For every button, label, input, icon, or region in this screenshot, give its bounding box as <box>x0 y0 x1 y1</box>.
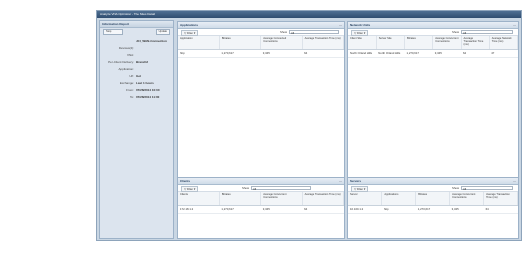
show-label: Show <box>280 30 287 34</box>
app-window: Analyze VNA Optimizer - The Sites Detail… <box>96 10 522 241</box>
show-select[interactable]: All <box>289 30 339 35</box>
sidebar-toolbar: Stop Update <box>100 28 173 35</box>
clients-panel: Clients — ▽ Filter ▾ Show All Clients Bit… <box>177 177 345 239</box>
panel-title: Network Units — <box>348 22 518 29</box>
column-header[interactable]: Average Concurrent Connections <box>449 192 485 206</box>
show-label: Show <box>452 30 459 34</box>
column-header[interactable]: Average Network Time (ms) <box>489 36 518 50</box>
applications-table: Application Bitrates Average Connected C… <box>178 36 344 58</box>
panel-toolbar: ▽ Filter ▾ Show All <box>348 185 518 192</box>
minimize-icon[interactable]: — <box>339 22 342 28</box>
column-header[interactable]: Bitrates <box>415 192 451 206</box>
column-header[interactable]: Average Concurrent Connections <box>260 192 303 206</box>
info-row: To: 07/28/2014 11:00 <box>129 95 160 99</box>
applications-panel: Applications — ▽ Filter ▾ Show All Applic… <box>177 21 345 181</box>
info-row: Application: <box>118 67 134 71</box>
info-rows: JCI_WAN-Connection Devices(2): VNA: Per-… <box>100 35 173 101</box>
info-row: From: 07/28/2014 10:00 <box>126 88 160 92</box>
column-header[interactable]: Application <box>178 36 220 50</box>
column-header[interactable]: Clients <box>178 192 220 206</box>
minimize-icon[interactable]: — <box>513 178 516 184</box>
window-title: Analyze VNA Optimizer - The Sites Detail <box>97 11 521 18</box>
panel-toolbar: ▽ Filter ▾ Show All <box>178 185 344 192</box>
show-select[interactable]: All <box>461 186 513 191</box>
panel-title: Applications — <box>178 22 344 29</box>
table-row[interactable]: 172.18.1.2 1,270,617 3,345 64 <box>178 205 344 214</box>
clients-table: Clients Bitrates Average Concurrent Conn… <box>178 192 344 214</box>
column-header[interactable]: Average Transaction Time (ms) <box>483 192 518 206</box>
panel-toolbar: ▽ Filter ▾ Show All <box>178 29 344 36</box>
minimize-icon[interactable]: — <box>339 178 342 184</box>
show-select[interactable]: All <box>461 30 513 35</box>
column-header[interactable]: Applications <box>381 192 417 206</box>
info-row: JCI_WAN-Connection <box>136 39 167 43</box>
filter-button[interactable]: ▽ Filter ▾ <box>351 186 369 192</box>
column-header[interactable]: Average Transaction Time (ms) <box>461 36 490 50</box>
column-header[interactable]: Bitrates <box>404 36 434 50</box>
minimize-icon[interactable]: — <box>513 22 516 28</box>
servers-panel: Servers — ▽ Filter ▾ Show All Server Appl… <box>347 177 519 239</box>
panel-title: Servers — <box>348 178 518 185</box>
table-row[interactable]: 10.100.1.2 http 1,270,617 3,345 64 <box>348 205 518 214</box>
servers-table: Server Applications Bitrates Average Con… <box>348 192 518 214</box>
column-header[interactable]: Client Site <box>348 36 377 50</box>
column-header[interactable]: Average Concurrent Connections <box>432 36 462 50</box>
update-button[interactable]: Update <box>155 29 170 35</box>
table-row[interactable]: http 1,270,617 3,345 64 <box>178 49 344 58</box>
info-row: Devices(2): <box>118 46 134 50</box>
show-select[interactable]: All <box>251 186 311 191</box>
column-header[interactable]: Bitrates <box>219 36 262 50</box>
network-units-table: Client Site Server Site Bitrates Average… <box>348 36 518 58</box>
column-header[interactable]: Average Transaction Time (ms) <box>302 36 344 50</box>
info-row: VNA: <box>126 53 134 57</box>
info-row: Url: Get <box>129 74 142 78</box>
column-header[interactable]: Server Site <box>376 36 406 50</box>
column-header[interactable]: Average Transaction Time (ms) <box>302 192 344 206</box>
filter-button[interactable]: ▽ Filter ▾ <box>351 30 369 36</box>
panel-title: Information Report <box>100 21 173 28</box>
stop-button[interactable]: Stop <box>103 29 123 35</box>
filter-button[interactable]: ▽ Filter ▾ <box>181 30 199 36</box>
show-label: Show <box>452 186 459 190</box>
panel-toolbar: ▽ Filter ▾ Show All <box>348 29 518 36</box>
filter-button[interactable]: ▽ Filter ▾ <box>181 186 199 192</box>
table-row[interactable]: North Orland Hills North Orland Hills 1,… <box>348 49 518 58</box>
info-row: Per-Client Delivery: Branch2 <box>108 60 149 64</box>
info-row: Exchange: Last 1 hours <box>119 81 154 85</box>
show-label: Show <box>242 186 249 190</box>
panel-title: Clients — <box>178 178 344 185</box>
column-header[interactable]: Server <box>348 192 383 206</box>
column-header[interactable]: Average Connected Connections <box>260 36 303 50</box>
column-header[interactable]: Bitrates <box>219 192 262 206</box>
information-report-panel: Information Report Stop Update JCI_WAN-C… <box>99 20 174 239</box>
network-units-panel: Network Units — ▽ Filter ▾ Show All Clien… <box>347 21 519 181</box>
